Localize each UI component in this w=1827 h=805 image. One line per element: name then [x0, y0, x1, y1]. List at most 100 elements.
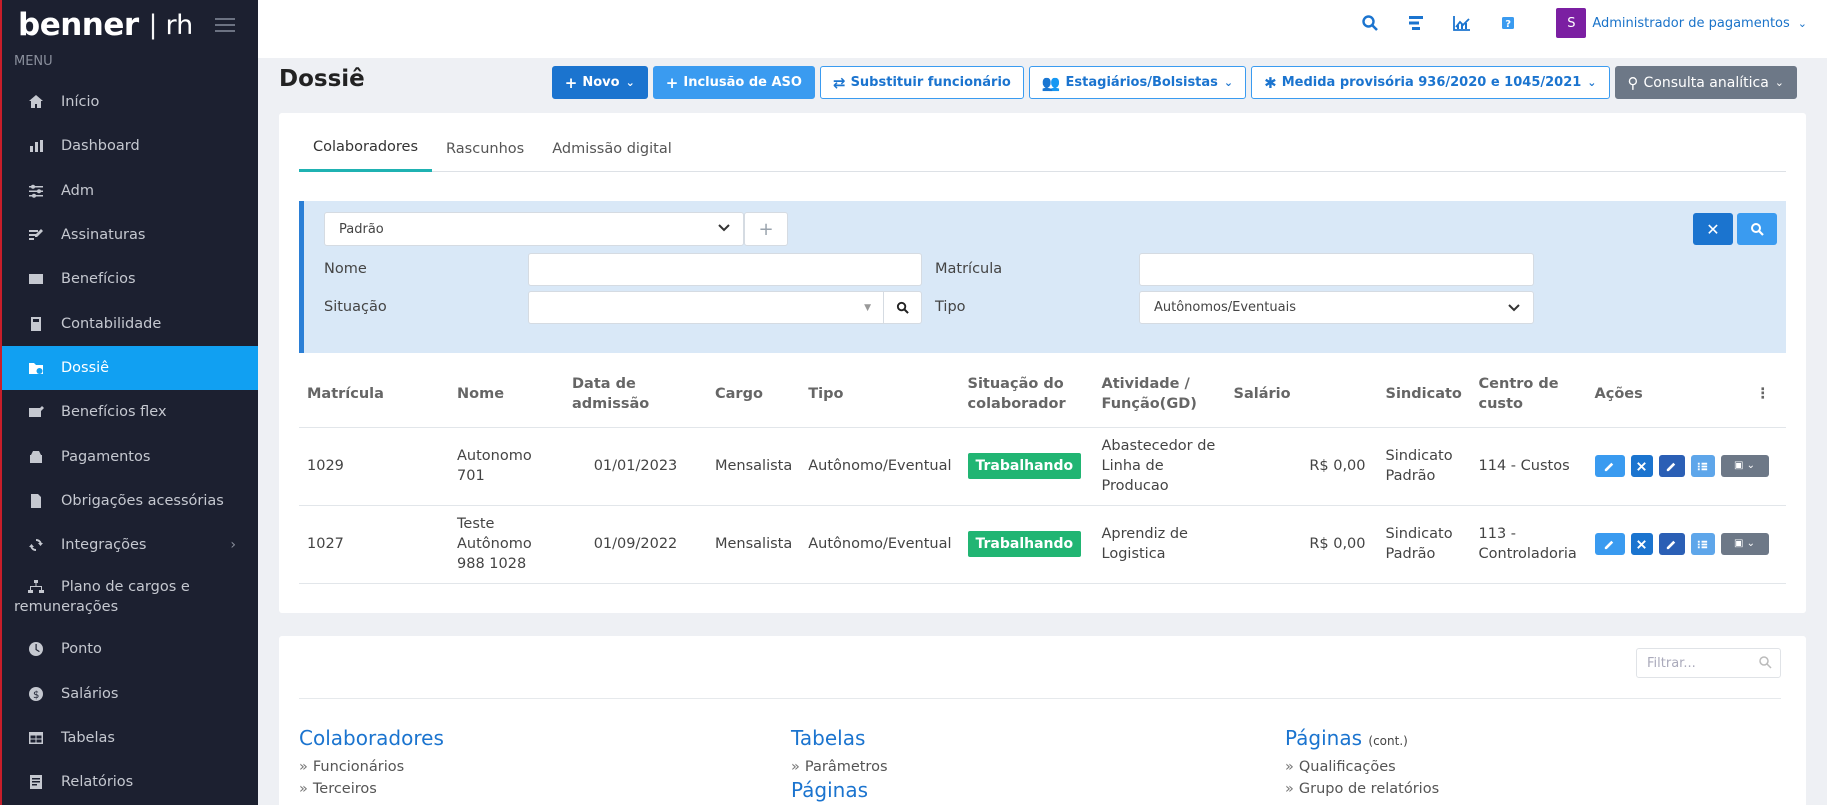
- sidebar-item-beneficios[interactable]: Benefícios: [2, 257, 258, 301]
- links-heading[interactable]: Páginas (cont.): [1285, 726, 1439, 750]
- delete-button[interactable]: [1630, 533, 1653, 555]
- tasks-icon[interactable]: [1398, 9, 1434, 37]
- nome-input[interactable]: [528, 253, 922, 286]
- cell-sindicato-line2: Padrão: [1385, 546, 1436, 562]
- links-heading[interactable]: Colaboradores: [299, 726, 444, 750]
- filter-preset-select[interactable]: Padrão: [324, 212, 744, 246]
- sidebar-item-dashboard[interactable]: Dashboard: [2, 124, 258, 168]
- links-filter-input[interactable]: Filtrar...: [1636, 648, 1781, 678]
- sidebar-item-dossie[interactable]: Dossiê: [2, 345, 258, 391]
- sidebar-item-relatorios[interactable]: Relatórios: [2, 760, 258, 804]
- tipo-label: Tipo: [935, 299, 966, 315]
- estagiarios-button[interactable]: 👥 Estagiários/Bolsistas ⌄: [1028, 66, 1247, 99]
- cell-cargo: Mensalista: [707, 505, 801, 584]
- sidebar-item-pagamentos[interactable]: Pagamentos: [2, 434, 258, 478]
- hamburger-menu-icon[interactable]: [215, 18, 236, 32]
- cell-atividade: Abastecedor de Linha de Producao: [1093, 427, 1226, 506]
- list-button[interactable]: [1690, 533, 1715, 555]
- tab-rascunhos[interactable]: Rascunhos: [432, 125, 538, 172]
- col-cargo[interactable]: Cargo: [707, 361, 801, 428]
- sync-icon: [26, 535, 46, 555]
- consulta-analitica-button[interactable]: ⚲ Consulta analítica ⌄: [1614, 66, 1797, 99]
- sidebar-item-ponto[interactable]: Ponto: [2, 627, 258, 671]
- col-salario[interactable]: Salário: [1225, 361, 1378, 428]
- sidebar-item-label: Tabelas: [61, 730, 115, 746]
- col-atividade[interactable]: Atividade / Função(GD): [1093, 361, 1226, 428]
- list-icon: [1697, 462, 1708, 470]
- sidebar-item-adm[interactable]: Adm: [2, 169, 258, 213]
- sidebar-item-assinaturas[interactable]: Assinaturas: [2, 213, 258, 257]
- action-toolbar: + Novo ⌄ + Inclusão de ASO ⇄ Substituir …: [551, 66, 1797, 99]
- lookup-search-icon[interactable]: [883, 292, 921, 323]
- situacao-lookup[interactable]: ▼: [528, 291, 922, 324]
- sidebar-item-beneficios-flex[interactable]: Benefícios flex: [2, 390, 258, 434]
- more-actions-button[interactable]: ▣ ⌄: [1720, 455, 1769, 477]
- col-nome[interactable]: Nome: [449, 361, 564, 428]
- links-heading-text: Páginas: [1285, 726, 1363, 750]
- link-qualificacoes[interactable]: Qualificações: [1285, 760, 1439, 775]
- col-centro-custo[interactable]: Centro de custo: [1470, 361, 1587, 428]
- sidebar-nav: Início Dashboard Adm Assinaturas Benefíc…: [2, 80, 258, 804]
- cell-tipo: Autônomo/Eventual: [800, 505, 960, 584]
- search-icon[interactable]: [1352, 9, 1388, 37]
- add-filter-button[interactable]: +: [744, 212, 788, 246]
- chart-icon[interactable]: [1444, 9, 1480, 37]
- sidebar-item-obrigacoes[interactable]: Obrigações acessórias: [2, 479, 258, 523]
- clear-filter-button[interactable]: ✕: [1693, 213, 1733, 245]
- nome-label: Nome: [324, 261, 367, 277]
- cell-centro-custo: 113 - Controladoria: [1470, 505, 1587, 584]
- tab-colaboradores[interactable]: Colaboradores: [299, 125, 433, 172]
- edit-button[interactable]: [1594, 533, 1625, 555]
- delete-button[interactable]: [1630, 455, 1653, 477]
- links-heading[interactable]: Páginas: [791, 778, 888, 802]
- link-parametros[interactable]: Parâmetros: [791, 760, 888, 775]
- col-situacao[interactable]: Situação do colaborador: [959, 361, 1094, 428]
- tipo-select[interactable]: Autônomos/Eventuais: [1139, 291, 1534, 324]
- links-heading[interactable]: Tabelas: [791, 726, 888, 750]
- table-row[interactable]: 1029 Autonomo 701 01/01/2023 Mensalista A…: [299, 427, 1786, 506]
- col-sindicato[interactable]: Sindicato: [1377, 361, 1471, 428]
- status-badge: Trabalhando: [967, 531, 1082, 557]
- sidebar-item-label: Benefícios flex: [61, 404, 167, 421]
- edit-details-button[interactable]: [1658, 533, 1685, 555]
- brand-product: rh: [165, 9, 194, 41]
- col-data-admissao[interactable]: Data de admissão: [564, 361, 707, 428]
- inclusao-aso-button[interactable]: + Inclusão de ASO: [652, 66, 815, 99]
- sidebar-item-plano-cargos[interactable]: Plano de cargos e remunerações: [2, 567, 258, 627]
- search-icon: [1759, 656, 1772, 669]
- novo-button[interactable]: + Novo ⌄: [551, 66, 648, 99]
- brand-logo[interactable]: benner | rh: [2, 0, 258, 50]
- apply-filter-button[interactable]: [1737, 213, 1777, 245]
- medida-provisoria-button[interactable]: ✱ Medida provisória 936/2020 e 1045/2021…: [1251, 66, 1610, 99]
- link-funcionarios[interactable]: Funcionários: [299, 760, 444, 775]
- link-grupo-relatorios[interactable]: Grupo de relatórios: [1285, 782, 1439, 797]
- asterisk-icon: ✱: [1264, 73, 1277, 92]
- matricula-input[interactable]: [1139, 253, 1534, 286]
- col-acoes: Ações ⋮: [1586, 361, 1786, 428]
- sidebar-item-contabilidade[interactable]: Contabilidade: [2, 301, 258, 345]
- sidebar-item-salarios[interactable]: $ Salários: [2, 672, 258, 716]
- cell-atividade-line2: Linha de: [1101, 458, 1164, 474]
- edit-button[interactable]: [1594, 455, 1625, 477]
- plus-icon: +: [564, 73, 578, 92]
- payment-icon: [26, 447, 46, 467]
- sidebar-item-inicio[interactable]: Início: [2, 80, 258, 124]
- col-tipo[interactable]: Tipo: [800, 361, 960, 428]
- sidebar-item-label: Salários: [61, 685, 119, 702]
- sidebar-item-tabelas[interactable]: Tabelas: [2, 716, 258, 760]
- substituir-funcionario-button[interactable]: ⇄ Substituir funcionário: [819, 66, 1024, 99]
- kebab-menu-icon[interactable]: ⋮: [1756, 384, 1771, 404]
- col-acoes-label: Ações: [1594, 385, 1643, 402]
- sidebar-item-integracoes[interactable]: Integrações ›: [2, 523, 258, 567]
- table-row[interactable]: 1027 Teste Autônomo 988 1028 01/09/2022 Me…: [299, 505, 1786, 584]
- edit-details-button[interactable]: [1658, 455, 1685, 477]
- help-icon[interactable]: ?: [1490, 9, 1526, 37]
- sidebar-item-label: Contabilidade: [61, 315, 162, 332]
- tab-admissao-digital[interactable]: Admissão digital: [538, 125, 686, 172]
- more-actions-button[interactable]: ▣ ⌄: [1720, 533, 1769, 555]
- list-button[interactable]: [1690, 455, 1715, 477]
- link-terceiros[interactable]: Terceiros: [299, 782, 444, 797]
- col-matricula[interactable]: Matrícula: [299, 361, 449, 428]
- user-menu[interactable]: S Administrador de pagamentos ⌄: [1556, 8, 1807, 38]
- page-title: Dossiê: [279, 66, 365, 92]
